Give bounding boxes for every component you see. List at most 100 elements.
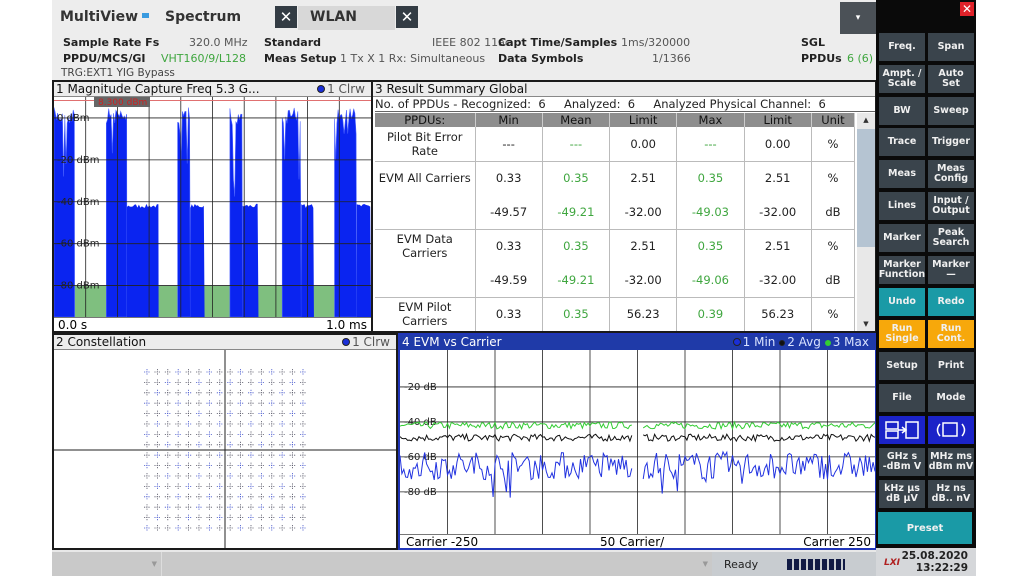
- constellation-point: [216, 462, 223, 469]
- softkey-print[interactable]: Print: [928, 352, 974, 380]
- sgl-indicator: SGL: [801, 36, 825, 49]
- softkey-run-cont[interactable]: Run Cont.: [928, 320, 974, 348]
- softkey-mhz-ms-dbm-mv[interactable]: MHz ms dBm mV: [928, 448, 974, 476]
- softkey-khz-s-db-v[interactable]: kHz µs dB µV: [879, 480, 925, 508]
- rotate-window-button[interactable]: [928, 416, 974, 444]
- constellation-point: [206, 431, 213, 438]
- constellation-point: [300, 431, 306, 438]
- softkey-sweep[interactable]: Sweep: [928, 97, 974, 125]
- split-window-button[interactable]: [879, 416, 925, 444]
- constellation-point: [258, 379, 265, 386]
- constellation-point: [227, 504, 234, 511]
- softkey-trace[interactable]: Trace: [879, 128, 925, 156]
- constellation-point: [300, 452, 306, 459]
- softkey-meas-config[interactable]: Meas Config: [928, 160, 974, 188]
- softkey-ghz-s-dbm-v[interactable]: GHz s -dBm V: [879, 448, 925, 476]
- close-wlan-tab-button[interactable]: ✕: [396, 6, 418, 28]
- constellation-point: [300, 441, 306, 448]
- constellation-point: [300, 410, 306, 417]
- softkey-ampt-scale[interactable]: Ampt. / Scale: [879, 65, 925, 93]
- constellation-point: [268, 514, 275, 521]
- constellation-panel[interactable]: 2 Constellation 1 Clrw: [52, 333, 398, 550]
- constellation-point: [175, 400, 182, 407]
- result-summary-panel[interactable]: 3 Result Summary Global No. of PPDUs - R…: [373, 80, 877, 333]
- constellation-point: [248, 400, 254, 407]
- softkey-trigger[interactable]: Trigger: [928, 128, 974, 156]
- cell-limit2: 0.00: [744, 127, 812, 161]
- x-axis-footer: Carrier -250 50 Carrier/ Carrier 250: [400, 534, 875, 548]
- constellation-point: [185, 462, 192, 469]
- constellation-point: [237, 483, 244, 490]
- x-start-label: Carrier -250: [406, 535, 479, 549]
- softkey-redo[interactable]: Redo: [928, 288, 974, 316]
- y-tick-label: -40 dBm: [57, 197, 99, 208]
- tab-dropdown-button[interactable]: ▾: [840, 2, 876, 34]
- softkey-file[interactable]: File: [879, 384, 925, 412]
- close-spectrum-tab-button[interactable]: ✕: [275, 6, 297, 28]
- constellation-point: [164, 452, 171, 459]
- softkey-meas[interactable]: Meas: [879, 160, 925, 188]
- constellation-point: [289, 369, 296, 375]
- constellation-point: [258, 462, 265, 469]
- cell-limit1: 56.23: [609, 296, 678, 331]
- constellation-point: [268, 452, 275, 459]
- softkey-span[interactable]: Span: [928, 33, 974, 61]
- y-tick-label: -20 dBm: [57, 155, 99, 166]
- constellation-point: [144, 504, 150, 511]
- scroll-down-icon[interactable]: ▼: [857, 317, 875, 331]
- constellation-point: [216, 441, 223, 448]
- softkey-auto-set[interactable]: Auto Set: [928, 65, 974, 93]
- constellation-point: [164, 369, 171, 375]
- softkey-mode[interactable]: Mode: [928, 384, 974, 412]
- constellation-point: [237, 504, 244, 511]
- close-softkey-panel-button[interactable]: ✕: [960, 2, 974, 16]
- softkey-bw[interactable]: BW: [879, 97, 925, 125]
- cell-mean: -49.21: [542, 263, 611, 297]
- constellation-point: [258, 421, 265, 427]
- constellation-point: [258, 452, 265, 459]
- softkey-undo[interactable]: Undo: [879, 288, 925, 316]
- datetime-display: LXI 25.08.2020 13:22:29: [876, 548, 976, 576]
- softkey-marker-function[interactable]: Marker Function: [879, 256, 925, 284]
- softkey-input-output[interactable]: Input / Output: [928, 192, 974, 220]
- constellation-point: [185, 504, 192, 511]
- tab-spectrum[interactable]: Spectrum: [165, 9, 241, 25]
- status-field-1[interactable]: ▼: [52, 552, 162, 576]
- constellation-point: [164, 441, 171, 448]
- softkey-marker[interactable]: Marker —: [928, 256, 974, 284]
- tab-wlan[interactable]: WLAN: [298, 6, 395, 30]
- table-scrollbar[interactable]: ▲ ▼: [857, 113, 875, 331]
- constellation-point: [227, 379, 234, 386]
- scroll-up-icon[interactable]: ▲: [857, 113, 875, 127]
- softkey-hz-ns-db-nv[interactable]: Hz ns dB.. nV: [928, 480, 974, 508]
- constellation-point: [237, 421, 244, 427]
- magnitude-capture-panel[interactable]: 1 Magnitude Capture Freq 5.3 G... 1 Clrw…: [52, 80, 373, 333]
- constellation-point: [300, 473, 306, 479]
- constellation-point: [206, 493, 213, 500]
- constellation-point: [300, 493, 306, 500]
- softkey-lines[interactable]: Lines: [879, 192, 925, 220]
- status-field-2[interactable]: ▼: [162, 552, 712, 576]
- softkey-run-single[interactable]: Run Single: [879, 320, 925, 348]
- evm-vs-carrier-panel[interactable]: 4 EVM vs Carrier 1 Min 2 Avg 3 Max -20 d…: [398, 333, 877, 550]
- constellation-point: [144, 473, 150, 479]
- softkey-marker[interactable]: Marker: [879, 224, 925, 252]
- softkey-setup[interactable]: Setup: [879, 352, 925, 380]
- tab-bar: MultiView Spectrum ✕ WLAN ✕ ▾: [52, 0, 876, 34]
- softkey-peak-search[interactable]: Peak Search: [928, 224, 974, 252]
- tab-multiview[interactable]: MultiView: [60, 9, 138, 25]
- constellation-point: [216, 452, 223, 459]
- constellation-point: [154, 504, 161, 511]
- cell-limit1: 2.51: [609, 160, 678, 195]
- constellation-point: [227, 441, 234, 448]
- constellation-point: [279, 525, 286, 531]
- constellation-point: [175, 410, 182, 417]
- constellation-point: [289, 379, 296, 386]
- softkey-freq[interactable]: Freq.: [879, 33, 925, 61]
- column-header: Limit: [744, 113, 812, 127]
- constellation-point: [300, 504, 306, 511]
- scrollbar-thumb[interactable]: [857, 129, 875, 247]
- preset-button[interactable]: Preset: [878, 512, 972, 544]
- constellation-point: [175, 462, 182, 469]
- constellation-point: [164, 473, 171, 479]
